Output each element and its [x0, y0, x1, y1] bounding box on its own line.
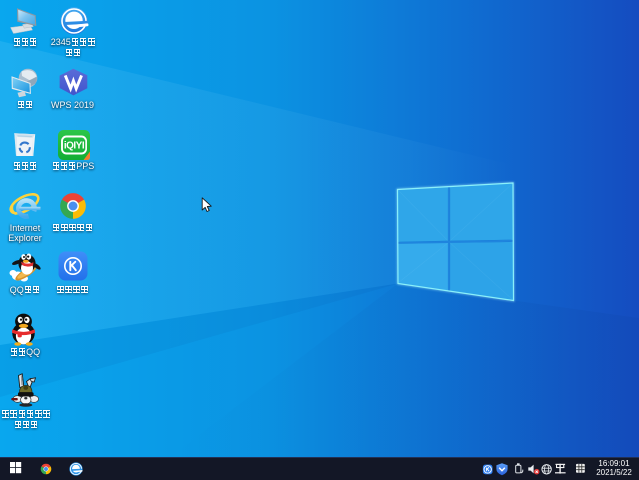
svg-text:iQIYI: iQIYI — [64, 141, 85, 152]
